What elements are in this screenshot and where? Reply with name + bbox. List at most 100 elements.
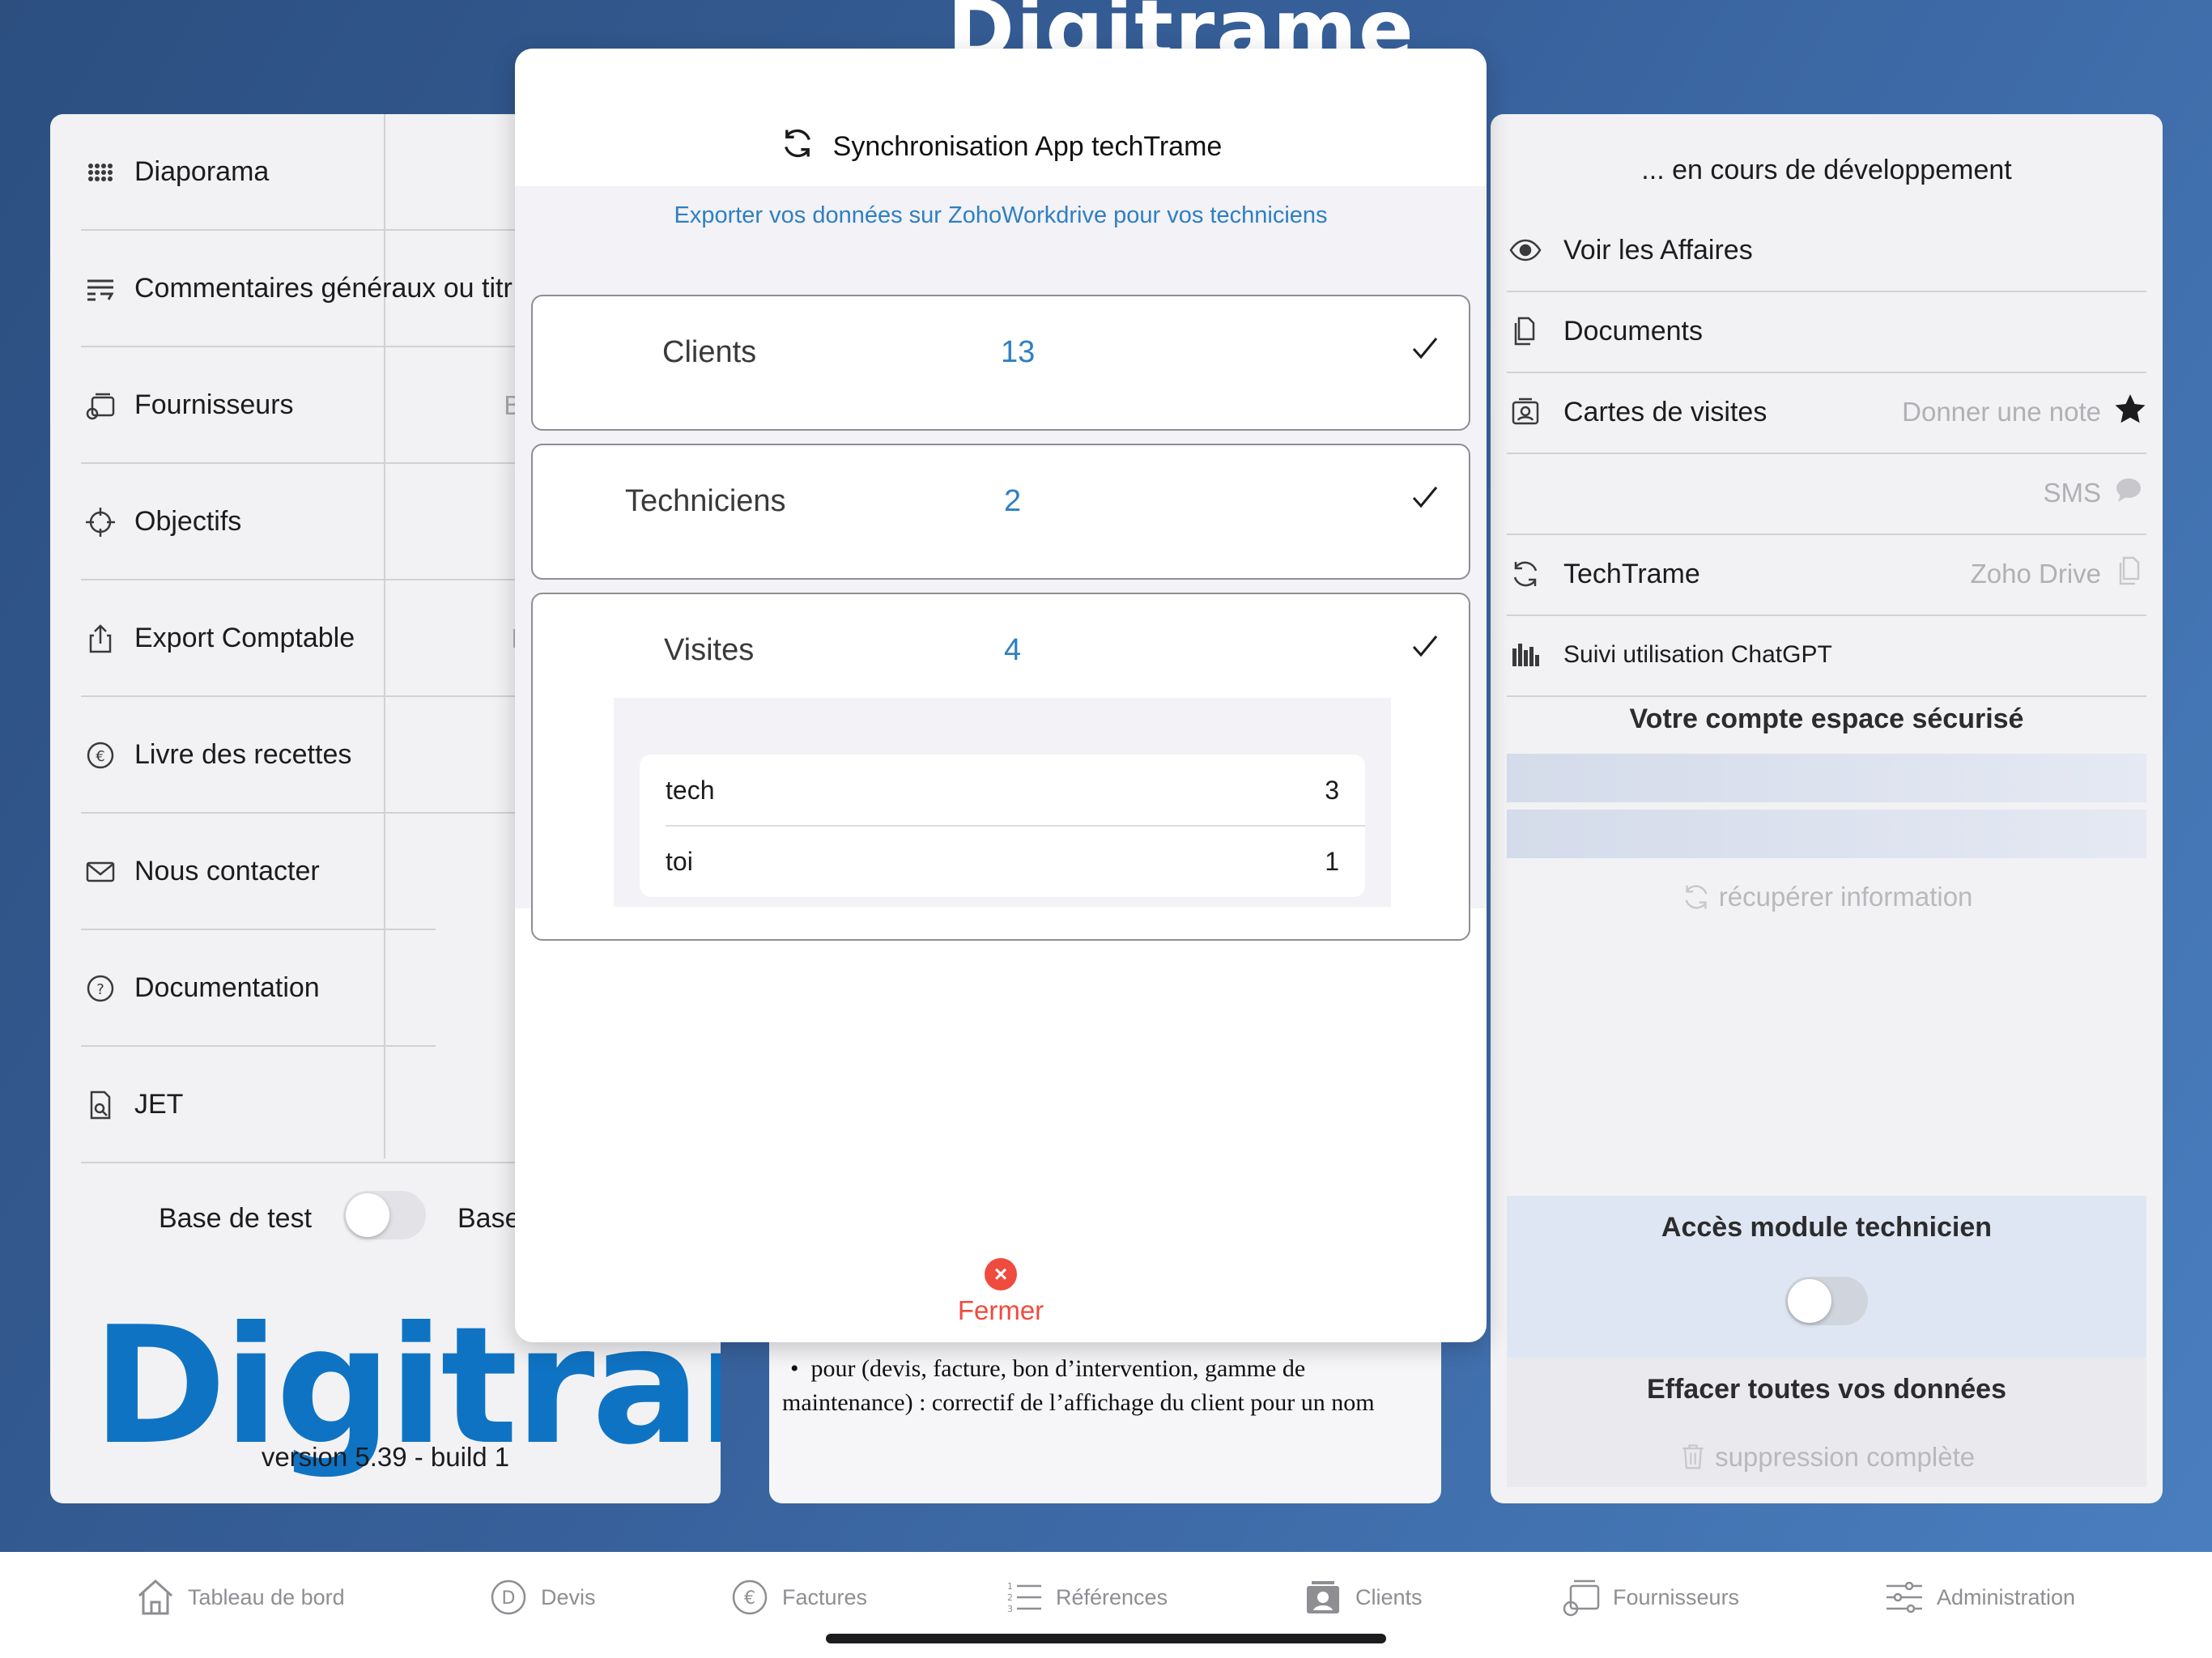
base-label: Base bbox=[457, 1203, 521, 1234]
close-button[interactable]: × Fermer bbox=[515, 1258, 1487, 1326]
visit-tech-name: toi bbox=[666, 846, 693, 876]
tab-label: Devis bbox=[541, 1584, 596, 1609]
list-item[interactable]: toi 1 bbox=[640, 826, 1365, 897]
close-icon: × bbox=[985, 1258, 1017, 1290]
give-rating-link[interactable]: Donner une note bbox=[1902, 372, 2146, 453]
secure-account-field-1[interactable] bbox=[1507, 754, 2146, 802]
give-rating-label: Donner une note bbox=[1902, 397, 2101, 427]
menu-item-diaporama[interactable]: Diaporama bbox=[83, 114, 436, 230]
sms-link[interactable]: SMS bbox=[2043, 453, 2146, 534]
chat-bubble-icon bbox=[2114, 474, 2146, 512]
card-count: 4 bbox=[1004, 633, 1022, 667]
row-label: Suivi utilisation ChatGPT bbox=[1563, 641, 1832, 668]
checkmark-icon bbox=[1412, 338, 1438, 359]
text-format-icon bbox=[83, 271, 118, 307]
zoho-drive-link[interactable]: Zoho Drive bbox=[1971, 534, 2146, 614]
checkmark-icon bbox=[1412, 636, 1438, 657]
menu-item-livre-recettes[interactable]: € Livre des recettes bbox=[83, 697, 436, 813]
sync-icon bbox=[1681, 882, 1712, 912]
svg-text:2: 2 bbox=[1007, 1592, 1013, 1603]
row-voir-affaires[interactable]: Voir les Affaires bbox=[1507, 210, 2146, 291]
documents-icon bbox=[1507, 312, 1544, 350]
eye-icon bbox=[1507, 232, 1544, 269]
sync-card-visites[interactable]: Visites 4 tech 3 toi 1 bbox=[531, 593, 1470, 941]
tab-label: Administration bbox=[1937, 1584, 2076, 1609]
export-subtitle-link[interactable]: Exporter vos données sur ZohoWorkdrive p… bbox=[515, 202, 1487, 229]
share-icon bbox=[83, 621, 118, 657]
tab-fournisseurs[interactable]: Fournisseurs bbox=[1559, 1573, 1739, 1622]
tab-tableau-de-bord[interactable]: Tableau de bord bbox=[134, 1573, 345, 1622]
business-card-icon bbox=[1507, 393, 1544, 431]
menu-label: Diaporama bbox=[134, 156, 270, 187]
menu-item-objectifs[interactable]: Objectifs bbox=[83, 464, 436, 580]
sync-card-techniciens[interactable]: Techniciens 2 bbox=[531, 444, 1470, 580]
menu-item-jet[interactable]: JET bbox=[83, 1047, 436, 1163]
full-delete-button[interactable]: suppression complète bbox=[1507, 1442, 2146, 1473]
menu-label: Fournisseurs bbox=[134, 389, 294, 420]
svg-text:3: 3 bbox=[1007, 1604, 1013, 1614]
tab-references[interactable]: 123 Références bbox=[1002, 1573, 1168, 1622]
svg-text:1: 1 bbox=[1007, 1581, 1013, 1592]
tab-factures[interactable]: € Factures bbox=[729, 1573, 867, 1622]
menu-item-documentation[interactable]: ? Documentation bbox=[83, 930, 436, 1046]
visit-tech-name: tech bbox=[666, 775, 715, 805]
app-version: version 5.39 - build 1 bbox=[261, 1442, 510, 1472]
dev-section-title: ... en cours de développement bbox=[1641, 155, 2012, 185]
help-icon: ? bbox=[83, 971, 118, 1006]
list-item[interactable]: tech 3 bbox=[640, 755, 1365, 826]
sync-card-clients[interactable]: Clients 13 bbox=[531, 295, 1470, 431]
recover-info-label: récupérer information bbox=[1718, 882, 1973, 912]
row-label: Documents bbox=[1563, 315, 1703, 346]
euro-circle-icon: € bbox=[732, 1579, 768, 1615]
secure-account-field-2[interactable] bbox=[1507, 810, 2146, 858]
tab-label: Clients bbox=[1355, 1584, 1423, 1609]
card-label: Visites bbox=[664, 633, 755, 667]
row-label: Cartes de visites bbox=[1563, 396, 1767, 427]
checkmark-icon bbox=[1412, 487, 1438, 508]
menu-item-nous-contacter[interactable]: Nous contacter bbox=[83, 814, 436, 929]
menu-label: JET bbox=[134, 1089, 184, 1120]
bar-chart-icon bbox=[1507, 636, 1544, 674]
tab-administration[interactable]: Administration bbox=[1883, 1573, 2075, 1622]
home-indicator[interactable] bbox=[826, 1634, 1386, 1643]
card-label: Clients bbox=[662, 335, 757, 369]
sync-modal-sheet: Synchronisation App techTrame Exporter v… bbox=[515, 49, 1487, 1342]
tab-label: Factures bbox=[782, 1584, 868, 1609]
sheet-header: Synchronisation App techTrame bbox=[515, 49, 1487, 186]
sms-label: SMS bbox=[2043, 478, 2101, 508]
row-chatgpt-usage[interactable]: Suivi utilisation ChatGPT bbox=[1507, 614, 2146, 695]
menu-label: Export Comptable bbox=[134, 623, 355, 653]
release-note-item: • pour (devis, facture, bon d’interventi… bbox=[782, 1352, 1430, 1420]
tab-clients[interactable]: Clients bbox=[1302, 1573, 1423, 1622]
technician-module-toggle[interactable] bbox=[1785, 1277, 1868, 1325]
test-base-toggle[interactable] bbox=[343, 1191, 426, 1239]
numbered-list-icon: 123 bbox=[1007, 1581, 1041, 1614]
secure-account-title: Votre compte espace sécurisé bbox=[1629, 704, 2024, 734]
recover-info-button[interactable]: récupérer information bbox=[1491, 882, 2163, 912]
crosshair-icon bbox=[83, 504, 118, 540]
erase-data-section: Effacer toutes vos données suppression c… bbox=[1507, 1358, 2146, 1487]
close-label: Fermer bbox=[957, 1295, 1044, 1325]
menu-item-export-comptable[interactable]: Export Comptable bbox=[83, 580, 436, 696]
supplier-icon bbox=[1563, 1579, 1600, 1617]
toggle-knob bbox=[346, 1193, 389, 1237]
sync-icon bbox=[780, 125, 815, 168]
sync-icon bbox=[1507, 555, 1544, 593]
tab-label: Tableau de bord bbox=[188, 1584, 345, 1609]
menu-item-fournisseurs[interactable]: Fournisseurs bbox=[83, 347, 436, 463]
visit-count: 3 bbox=[1325, 775, 1339, 805]
technician-module-title: Accès module technicien bbox=[1661, 1212, 1993, 1243]
mail-icon bbox=[83, 854, 118, 890]
full-delete-label: suppression complète bbox=[1715, 1442, 1976, 1472]
devis-icon: D bbox=[491, 1579, 526, 1615]
tab-devis[interactable]: D Devis bbox=[487, 1573, 596, 1622]
card-count: 2 bbox=[1004, 484, 1022, 518]
right-settings-panel: ... en cours de développement Voir les A… bbox=[1491, 114, 2163, 1503]
card-count: 13 bbox=[1001, 335, 1036, 369]
document-copy-icon bbox=[2114, 555, 2146, 593]
tab-label: Références bbox=[1056, 1584, 1168, 1609]
sheet-body: Exporter vos données sur ZohoWorkdrive p… bbox=[515, 186, 1487, 941]
row-documents[interactable]: Documents bbox=[1507, 291, 2146, 372]
toggle-knob bbox=[1788, 1279, 1831, 1323]
home-icon bbox=[138, 1579, 173, 1615]
